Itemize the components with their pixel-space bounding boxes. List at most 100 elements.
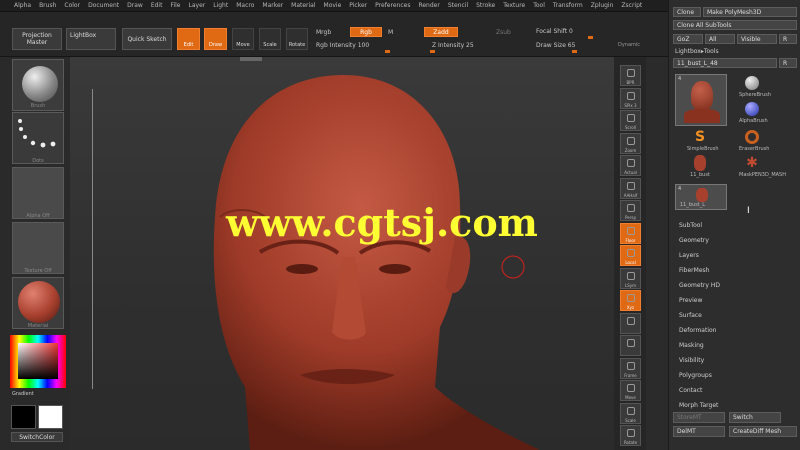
zadd-button[interactable]: Zadd — [424, 27, 458, 37]
scale-button[interactable]: Scale — [259, 28, 281, 50]
simple-brush-tool[interactable]: S SimpleBrush — [687, 128, 719, 152]
menu-file[interactable]: File — [166, 2, 184, 9]
submenu-layers[interactable]: Layers — [679, 252, 699, 259]
material-thumbnail[interactable] — [12, 277, 64, 329]
shelf-move-button[interactable]: Move — [620, 380, 641, 401]
shelf-aahalf-button[interactable]: AAHalf — [620, 177, 641, 199]
submenu-fibermesh[interactable]: FiberMesh — [679, 267, 709, 274]
alpha-thumbnail[interactable] — [12, 167, 64, 219]
r2-button[interactable]: R — [779, 58, 797, 68]
texture-thumbnail[interactable] — [12, 222, 64, 274]
shelf-rotate-button[interactable]: Rotate — [620, 425, 641, 446]
menu-alpha[interactable]: Alpha — [10, 2, 35, 9]
menu-edit[interactable]: Edit — [147, 2, 167, 9]
mask-pen-tool[interactable]: ✱ MaskPEN3D_MASH — [739, 154, 786, 178]
submenu-subtool[interactable]: SubTool — [679, 222, 702, 229]
shelf-local-button[interactable]: Local — [620, 245, 641, 266]
zsub-button[interactable]: Zsub — [496, 29, 511, 36]
clone-all-subtools-button[interactable]: Clone All SubTools — [673, 20, 797, 30]
shelf-spacer-11-button[interactable] — [620, 312, 641, 334]
submenu-contact[interactable]: Contact — [679, 387, 702, 394]
menu-brush[interactable]: Brush — [35, 2, 60, 9]
visible-button[interactable]: Visible — [737, 34, 777, 44]
shelf-zoom-button[interactable]: Zoom — [620, 132, 641, 154]
menu-marker[interactable]: Marker — [258, 2, 287, 9]
menu-draw[interactable]: Draw — [123, 2, 147, 9]
secondary-color-swatch[interactable] — [38, 405, 63, 429]
mrgb-button[interactable]: Mrgb — [316, 29, 331, 36]
menu-layer[interactable]: Layer — [185, 2, 210, 9]
menu-color[interactable]: Color — [60, 2, 84, 9]
switch-button[interactable]: Switch — [729, 412, 781, 423]
make-polymesh-button[interactable]: Make PolyMesh3D — [703, 7, 797, 17]
draw-button[interactable]: Draw — [204, 28, 227, 50]
menu-macro[interactable]: Macro — [232, 2, 258, 9]
sphere-brush-tool[interactable]: SphereBrush — [739, 74, 771, 98]
submenu-surface[interactable]: Surface — [679, 312, 702, 319]
shelf-floor-button[interactable]: Floor — [620, 222, 641, 244]
move-button[interactable]: Move — [232, 28, 254, 50]
z-intensity-slider[interactable]: Z Intensity 25 — [432, 42, 474, 49]
shelf-spix-3-button[interactable]: SPix 3 — [620, 87, 641, 109]
del-mt-button[interactable]: DelMT — [673, 426, 725, 437]
menu-document[interactable]: Document — [84, 2, 123, 9]
clone-button[interactable]: Clone — [673, 7, 701, 17]
submenu-preview[interactable]: Preview — [679, 297, 702, 304]
edit-button[interactable]: Edit — [177, 28, 200, 50]
active-tool-thumbnail[interactable]: 4 — [675, 74, 727, 126]
rgb-button[interactable]: Rgb — [350, 27, 382, 37]
menu-light[interactable]: Light — [209, 2, 232, 9]
rotate-button[interactable]: Rotate — [286, 28, 308, 50]
shelf-lsym-button[interactable]: LSym — [620, 267, 641, 289]
shelf-bpr-button[interactable]: BPR — [620, 65, 641, 86]
z-intensity-handle[interactable] — [430, 50, 435, 53]
shelf-persp-button[interactable]: Persp — [620, 200, 641, 221]
menu-render[interactable]: Render — [414, 2, 443, 9]
sculpt-head-model[interactable] — [70, 57, 614, 450]
shelf-scroll-button[interactable]: Scroll — [620, 110, 641, 131]
eraser-brush-tool[interactable]: EraserBrush — [739, 128, 769, 152]
lightbox-tools-button[interactable]: Lightbox▸Tools — [675, 48, 719, 55]
quick-sketch-button[interactable]: Quick Sketch — [122, 28, 172, 50]
focal-shift-slider[interactable]: Focal Shift 0 — [536, 28, 573, 35]
current-tool-slider[interactable]: 11_bust_L_48 — [673, 58, 777, 68]
focal-shift-handle[interactable] — [588, 36, 593, 39]
menu-zscript[interactable]: Zscript — [617, 2, 646, 9]
color-picker-square[interactable] — [18, 343, 58, 379]
all-button[interactable]: All — [705, 34, 735, 44]
menu-material[interactable]: Material — [287, 2, 319, 9]
color-picker[interactable] — [10, 335, 66, 388]
submenu-polygroups[interactable]: Polygroups — [679, 372, 712, 379]
shelf-xyz-button[interactable]: Xyz — [620, 290, 641, 311]
menu-tool[interactable]: Tool — [529, 2, 549, 9]
m-button[interactable]: M — [388, 29, 393, 36]
submenu-geometry-hd[interactable]: Geometry HD — [679, 282, 720, 289]
menu-transform[interactable]: Transform — [549, 2, 587, 9]
goz-button[interactable]: GoZ — [673, 34, 703, 44]
switch-color-button[interactable]: SwitchColor — [11, 432, 63, 442]
draw-size-handle[interactable] — [572, 50, 577, 53]
menu-stencil[interactable]: Stencil — [444, 2, 472, 9]
menu-preferences[interactable]: Preferences — [371, 2, 414, 9]
shelf-actual-button[interactable]: Actual — [620, 155, 641, 176]
store-mt-button[interactable]: StoreMT — [673, 412, 725, 423]
small-tool-thumbnail[interactable]: 4 11_bust_L — [675, 184, 727, 210]
alpha-brush-tool[interactable]: AlphaBrush — [739, 100, 768, 124]
submenu-visibility[interactable]: Visibility — [679, 357, 704, 364]
shelf-scale-button[interactable]: Scale — [620, 402, 641, 424]
draw-size-slider[interactable]: Draw Size 65 — [536, 42, 575, 49]
rgb-intensity-slider[interactable]: Rgb Intensity 100 — [316, 42, 369, 49]
create-diff-mesh-button[interactable]: CreateDiff Mesh — [729, 426, 797, 437]
menu-stroke[interactable]: Stroke — [472, 2, 499, 9]
main-color-swatch[interactable] — [11, 405, 36, 429]
submenu-masking[interactable]: Masking — [679, 342, 704, 349]
menu-texture[interactable]: Texture — [499, 2, 529, 9]
rgb-intensity-handle[interactable] — [385, 50, 390, 53]
stroke-thumbnail[interactable] — [12, 112, 64, 164]
morph-target-header[interactable]: Morph Target — [679, 402, 718, 409]
submenu-deformation[interactable]: Deformation — [679, 327, 716, 334]
r-button[interactable]: R — [779, 34, 797, 44]
shelf-spacer-12-button[interactable] — [620, 335, 641, 356]
menu-picker[interactable]: Picker — [345, 2, 371, 9]
shelf-frame-button[interactable]: Frame — [620, 357, 641, 379]
